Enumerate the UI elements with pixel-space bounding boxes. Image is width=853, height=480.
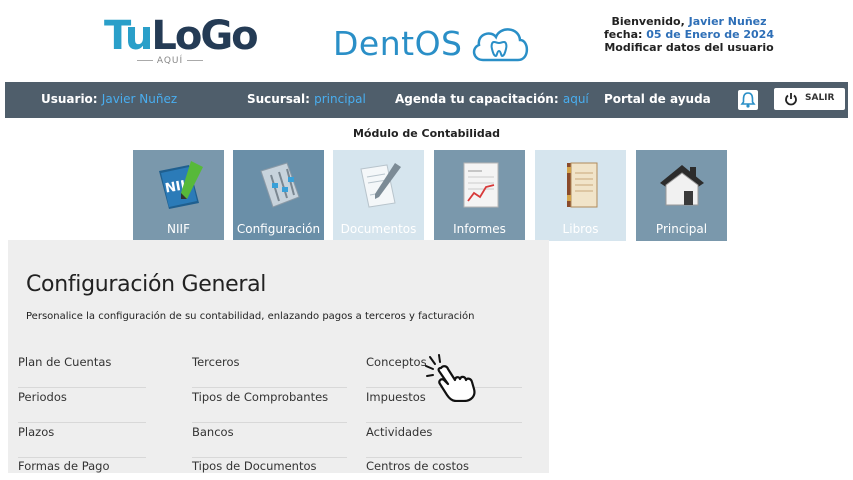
nav-training-link[interactable]: aquí [563,92,589,106]
edit-user-link[interactable]: Modificar datos del usuario [600,41,778,54]
tile-informes[interactable]: Informes [434,150,525,241]
nav-branch-value[interactable]: principal [314,92,366,106]
tile-label: Documentos [340,222,417,236]
tile-libros[interactable]: Libros [535,150,626,241]
bell-icon [740,92,756,108]
dentos-wordmark: DentOS [333,24,463,63]
nav-user-value: Javier Nuñez [101,92,178,106]
menu-item[interactable]: Plazos [18,424,146,458]
panel-subtitle: Personalice la configuración de su conta… [26,311,475,322]
tile-niif[interactable]: NIIF NIIF [133,150,224,241]
cloud-tooth-icon [472,28,529,62]
tile-label: Libros [562,222,599,236]
nav-training-label: Agenda tu capacitación: [395,92,559,106]
power-icon [785,93,797,106]
menu-item[interactable]: Bancos [192,424,347,458]
nav-user: Usuario: Javier Nuñez [41,92,177,106]
welcome-label: Bienvenido, [611,15,685,28]
tile-label: NIIF [167,222,190,236]
nav-training: Agenda tu capacitación: aquí [395,92,589,106]
menu-item[interactable]: Tipos de Comprobantes [192,389,347,423]
nav-branch-label: Sucursal: [247,92,310,106]
tile-label: Informes [453,222,506,236]
header: TuLoGo AQUÍ DentOS Bienvenido, Javier Nu… [0,0,853,78]
tile-principal[interactable]: Principal [636,150,727,241]
menu-item[interactable]: Tipos de Documentos [192,458,347,480]
logout-button[interactable]: SALIR [774,88,845,110]
document-pen-icon [360,163,401,208]
dentos-logo: DentOS [333,22,529,66]
notifications-button[interactable] [738,90,758,110]
logout-label: SALIR [805,93,835,103]
hand-pointer-cursor-icon [425,354,476,402]
ledger-book-icon [567,162,598,208]
nav-help-link[interactable]: Portal de ayuda [604,92,711,106]
settings-panel-icon [260,162,300,208]
tile-label: Configuración [236,222,321,236]
module-title: Módulo de Contabilidad [352,127,501,140]
panel-title: Configuración General [26,272,267,297]
welcome-user: Javier Nuñez [688,15,767,28]
report-chart-icon [463,162,499,208]
top-navbar: Usuario: Javier Nuñez Sucursal: principa… [5,82,848,118]
menu-item[interactable]: Plan de Cuentas [18,354,146,388]
nav-user-label: Usuario: [41,92,98,106]
tile-label: Principal [655,222,708,236]
welcome-box: Bienvenido, Javier Nuñez fecha: 05 de En… [600,15,778,54]
tile-configuracion[interactable]: Configuración [233,150,324,241]
home-icon [660,165,704,206]
menu-item[interactable]: Centros de costos [366,458,522,480]
welcome-date: 05 de Enero de 2024 [646,28,774,41]
niif-book-icon: NIIF [159,161,203,209]
menu-item[interactable]: Formas de Pago [18,458,146,480]
menu-item[interactable]: Actividades [366,424,522,458]
tulogo-logo: TuLoGo AQUÍ [104,13,259,66]
logo-sub: AQUÍ [130,56,210,66]
menu-item[interactable]: Terceros [192,354,347,388]
nav-branch[interactable]: Sucursal: principal [247,92,366,106]
date-label: fecha: [604,28,643,41]
tile-documentos[interactable]: Documentos [333,150,424,241]
menu-item[interactable]: Periodos [18,389,146,423]
